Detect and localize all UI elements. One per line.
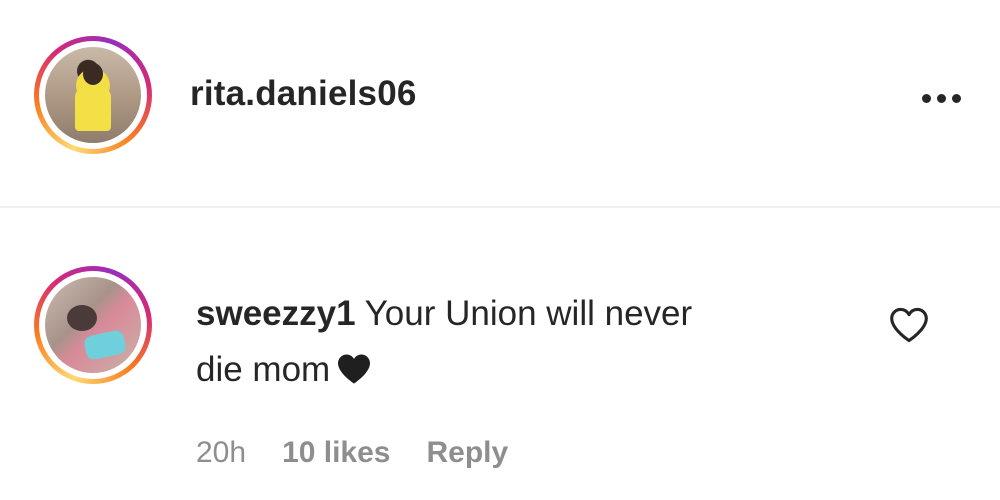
comment-username[interactable]: sweezzy1 [196, 294, 356, 333]
comment-likes-count[interactable]: 10 likes [282, 436, 390, 470]
more-options-icon[interactable] [916, 86, 968, 110]
divider [0, 206, 1000, 208]
avatar-frame [39, 271, 147, 379]
avatar-figure [75, 87, 111, 131]
avatar-detail [82, 329, 128, 361]
comment-meta: 20h 10 likes Reply [196, 436, 508, 470]
story-ring[interactable] [34, 266, 152, 384]
comment-body: sweezzy1 Your Union will never die mom [196, 286, 836, 402]
avatar-figure-head [83, 63, 103, 85]
reply-button[interactable]: Reply [427, 436, 509, 470]
story-ring[interactable] [34, 36, 152, 154]
dot [922, 94, 931, 103]
avatar-frame [39, 41, 147, 149]
dot [952, 94, 961, 103]
dot [937, 94, 946, 103]
avatar[interactable] [45, 47, 141, 143]
like-heart-icon[interactable] [888, 306, 930, 344]
black-heart-icon [336, 346, 372, 402]
comment-text-line1: Your Union will never [364, 294, 693, 333]
comment-text-line2: die mom [196, 350, 331, 389]
avatar-detail [67, 305, 97, 331]
post-header: rita.daniels06 [0, 0, 1000, 206]
avatar[interactable] [45, 277, 141, 373]
post-author-username[interactable]: rita.daniels06 [190, 74, 417, 114]
comment-timestamp: 20h [196, 436, 247, 469]
